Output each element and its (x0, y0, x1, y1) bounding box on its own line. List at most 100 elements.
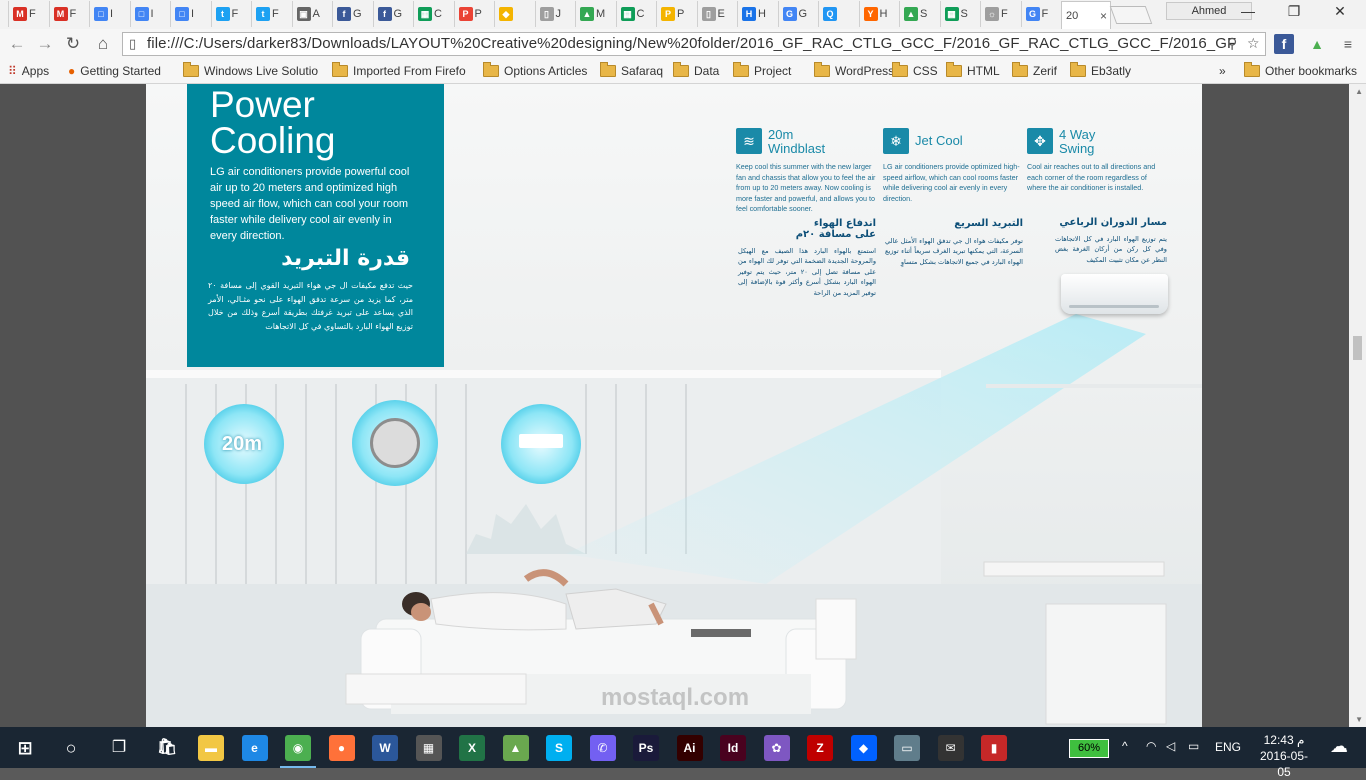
url-text[interactable]: file:///C:/Users/darker83/Downloads/LAYO… (147, 35, 1237, 52)
action-center-icon[interactable]: ☁ (1330, 736, 1348, 757)
minimize-button[interactable]: — (1228, 3, 1268, 19)
browser-tab[interactable]: 20 × (1061, 1, 1111, 29)
store-icon[interactable]: 🛍 (154, 735, 180, 761)
task-view-icon[interactable]: ❐ (106, 735, 132, 761)
browser-tab[interactable]: MF (48, 1, 89, 27)
browser-tab[interactable]: □ I (129, 1, 170, 27)
menu-icon[interactable]: ≡ (1338, 34, 1358, 54)
tab-favicon-icon: ◆ (499, 7, 513, 21)
bookmark-item[interactable]: HTML (946, 62, 1000, 80)
browser-tab[interactable]: ▲ S (899, 1, 939, 27)
bookmark-item[interactable]: ⠿ Apps (8, 62, 49, 80)
maximize-button[interactable]: ❐ (1274, 3, 1314, 20)
bookmark-item[interactable]: Project (733, 62, 791, 80)
tab-close-icon[interactable]: × (1100, 9, 1110, 23)
bookmark-item[interactable]: Options Articles (483, 62, 587, 80)
image-viewer-icon[interactable]: ▲ (502, 735, 529, 761)
scroll-thumb[interactable] (1353, 336, 1362, 360)
browser-tab[interactable]: □ I (89, 1, 129, 27)
browser-tab[interactable]: HH (737, 1, 777, 27)
word-icon[interactable]: W (372, 735, 398, 761)
address-bar[interactable]: ▯ file:///C:/Users/darker83/Downloads/LA… (122, 32, 1266, 56)
browser-tab[interactable]: fG (372, 1, 413, 27)
new-tab-button[interactable] (1109, 6, 1153, 24)
browser-tab[interactable]: ▦ S (939, 1, 980, 27)
browser-tab[interactable]: YH (858, 1, 899, 27)
mail-icon[interactable]: ✉ (937, 735, 964, 761)
language-indicator[interactable]: ENG (1215, 740, 1241, 754)
battery-indicator[interactable]: 60% (1069, 739, 1109, 758)
bookmark-star-icon[interactable]: ☆ (1247, 35, 1260, 52)
bookmark-item[interactable]: Imported From Firefo (332, 62, 466, 80)
home-button[interactable]: ⌂ (92, 33, 114, 55)
bookmark-item[interactable]: Data (673, 62, 719, 80)
paint-icon[interactable]: ✿ (763, 735, 790, 761)
photoshop-icon[interactable]: Ps (633, 735, 659, 761)
browser-tab[interactable]: ▲ M (575, 1, 615, 27)
pdf-viewport[interactable]: Power Cooling LG air conditioners provid… (0, 84, 1366, 727)
browser-tab[interactable]: Q (818, 1, 858, 27)
wifi-icon[interactable]: ◠ (1146, 739, 1156, 753)
browser-tab[interactable]: ◆ (494, 1, 534, 27)
extension-icon[interactable]: ▲ (1307, 34, 1327, 54)
browser-tab[interactable]: ▦ C (413, 1, 453, 27)
bookmark-item[interactable]: WordPress (814, 62, 894, 80)
viber-icon[interactable]: ✆ (589, 735, 616, 761)
browser-tab[interactable]: ▯ E (696, 1, 737, 27)
facebook-extension-icon[interactable]: f (1274, 34, 1294, 54)
file-explorer-icon[interactable]: ▬ (198, 735, 224, 761)
search-cortana-icon[interactable]: ○ (58, 735, 84, 761)
bookmark-item[interactable]: Eb3atly (1070, 62, 1131, 80)
browser-tab[interactable]: PP (656, 1, 696, 27)
indesign-icon[interactable]: Id (720, 735, 746, 761)
volume-icon[interactable]: ◁ (1166, 739, 1175, 753)
close-window-button[interactable]: ✕ (1320, 3, 1360, 20)
remote-icon[interactable]: ▭ (894, 735, 920, 761)
bookmark-item[interactable]: Zerif (1012, 62, 1057, 80)
filezilla-icon[interactable]: Z (807, 735, 833, 761)
bookmark-item[interactable]: ● Getting Started (68, 62, 161, 80)
browser-tab[interactable]: fG (332, 1, 372, 27)
bookmark-item[interactable]: Windows Live Solutio (183, 62, 318, 80)
scroll-up-icon[interactable]: ▲ (1355, 87, 1363, 96)
vertical-scrollbar[interactable]: ▲ ▼ (1349, 84, 1366, 727)
excel-icon[interactable]: X (459, 735, 485, 761)
bookmark-item[interactable]: CSS (892, 62, 938, 80)
firefox-icon[interactable]: ● (328, 735, 355, 761)
calculator-icon[interactable]: ▦ (415, 735, 442, 761)
browser-tab[interactable]: ☼ F (980, 1, 1020, 27)
browser-tab[interactable]: MF (8, 1, 48, 27)
chrome-icon[interactable]: ◉ (285, 735, 311, 761)
start-button[interactable]: ⊞ (12, 735, 38, 761)
browser-tab[interactable]: tF (210, 1, 251, 27)
tab-favicon-icon: t (256, 7, 270, 21)
tab-favicon-icon: ☼ (985, 7, 999, 21)
browser-tab[interactable]: GG (777, 1, 818, 27)
illustrator-icon[interactable]: Ai (676, 735, 703, 761)
browser-tab[interactable]: GF (1020, 1, 1061, 27)
search-icon[interactable]: ⚲ (1227, 35, 1237, 52)
other-bookmarks[interactable]: Other bookmarks (1244, 62, 1357, 80)
notification-flag-icon[interactable]: ▭ (1188, 739, 1199, 753)
browser-tab[interactable]: ▯ J (534, 1, 575, 27)
forward-button[interactable]: → (34, 33, 56, 55)
browser-tab[interactable]: □ I (170, 1, 210, 27)
skype-icon[interactable]: S (546, 735, 572, 761)
bookmark-item[interactable]: Safaraq (600, 62, 663, 80)
browser-tab[interactable]: ▣ A (291, 1, 332, 27)
flag-app-icon[interactable]: ▮ (981, 735, 1007, 761)
bookmarks-overflow-button[interactable]: » (1219, 62, 1226, 80)
system-clock[interactable]: 12:43 م 2016-05-05 (1254, 732, 1314, 780)
browser-tab[interactable]: ▦ C (615, 1, 656, 27)
dropbox-icon[interactable]: ◆ (850, 735, 877, 761)
tray-overflow-icon[interactable]: ^ (1122, 739, 1128, 753)
tab-favicon-icon: ▦ (418, 7, 432, 21)
edge-icon[interactable]: e (241, 735, 268, 761)
reload-button[interactable]: ↻ (62, 33, 84, 55)
tab-title: S (920, 8, 928, 20)
browser-tab[interactable]: PP (453, 1, 494, 27)
browser-tab[interactable]: tF (251, 1, 291, 27)
tab-title: P (474, 8, 482, 20)
back-button[interactable]: ← (6, 33, 28, 55)
scroll-down-icon[interactable]: ▼ (1355, 715, 1363, 724)
